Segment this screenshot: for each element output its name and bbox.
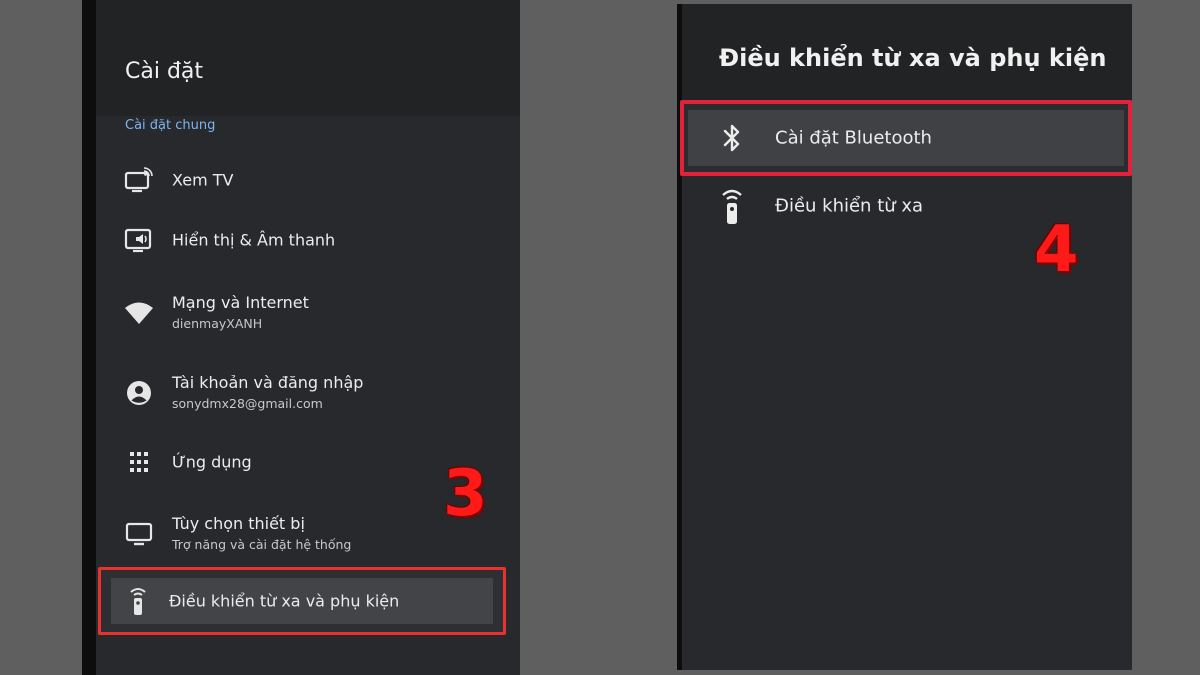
menu-item-bluetooth-settings[interactable]: Cài đặt Bluetooth: [680, 100, 1132, 176]
panel-edge: [82, 0, 96, 675]
menu-item-sublabel: Trợ năng và cài đặt hệ thống: [172, 537, 352, 552]
apps-grid-icon: [124, 449, 154, 475]
menu-item-label: Cài đặt Bluetooth: [775, 127, 932, 149]
step-number-4: 4: [1034, 213, 1079, 287]
menu-item-display-sound[interactable]: Hiển thị & Âm thanh: [96, 212, 520, 268]
menu-item-label: Xem TV: [172, 170, 234, 190]
menu-item-label: Điều khiển từ xa: [775, 195, 924, 217]
menu-item-watch-tv[interactable]: Xem TV: [96, 152, 520, 208]
tv-icon: [124, 167, 154, 193]
monitor-icon: [124, 521, 154, 547]
menu-item-sublabel: dienmayXANH: [172, 316, 263, 331]
display-sound-icon: [124, 227, 154, 253]
step-number-3: 3: [443, 457, 488, 531]
menu-item-label: Hiển thị & Âm thanh: [172, 230, 336, 250]
remote-accessories-panel: Điều khiển từ xa và phụ kiện Cài đặt Blu…: [677, 4, 1132, 670]
menu-item-label: Mạng và Internet: [172, 293, 309, 312]
menu-item-focus: Điều khiển từ xa và phụ kiện: [111, 578, 493, 624]
menu-item-label: Điều khiển từ xa và phụ kiện: [169, 591, 400, 611]
menu-item-label: Tùy chọn thiết bị: [172, 514, 305, 533]
wifi-icon: [124, 300, 154, 326]
bluetooth-icon: [720, 123, 744, 153]
remote-icon: [123, 588, 153, 615]
settings-panel: Cài đặt Cài đặt chung Xem TV Hiển thị & …: [82, 0, 520, 675]
menu-item-label: Tài khoản và đăng nhập: [172, 373, 364, 392]
page-title: Cài đặt: [125, 59, 204, 84]
menu-item-remote-accessories[interactable]: Điều khiển từ xa và phụ kiện: [98, 567, 506, 635]
menu-item-sublabel: sonydmx28@gmail.com: [172, 396, 323, 411]
page-title: Điều khiển từ xa và phụ kiện: [719, 44, 1107, 72]
menu-item-label: Ứng dụng: [172, 452, 252, 472]
settings-header: [96, 0, 520, 116]
account-icon: [124, 380, 154, 406]
menu-item-network[interactable]: Mạng và Internet dienmayXANH: [96, 285, 520, 341]
section-header-general: Cài đặt chung: [125, 118, 216, 133]
menu-item-account[interactable]: Tài khoản và đăng nhập sonydmx28@gmail.c…: [96, 365, 520, 421]
remote-icon: [718, 187, 746, 225]
